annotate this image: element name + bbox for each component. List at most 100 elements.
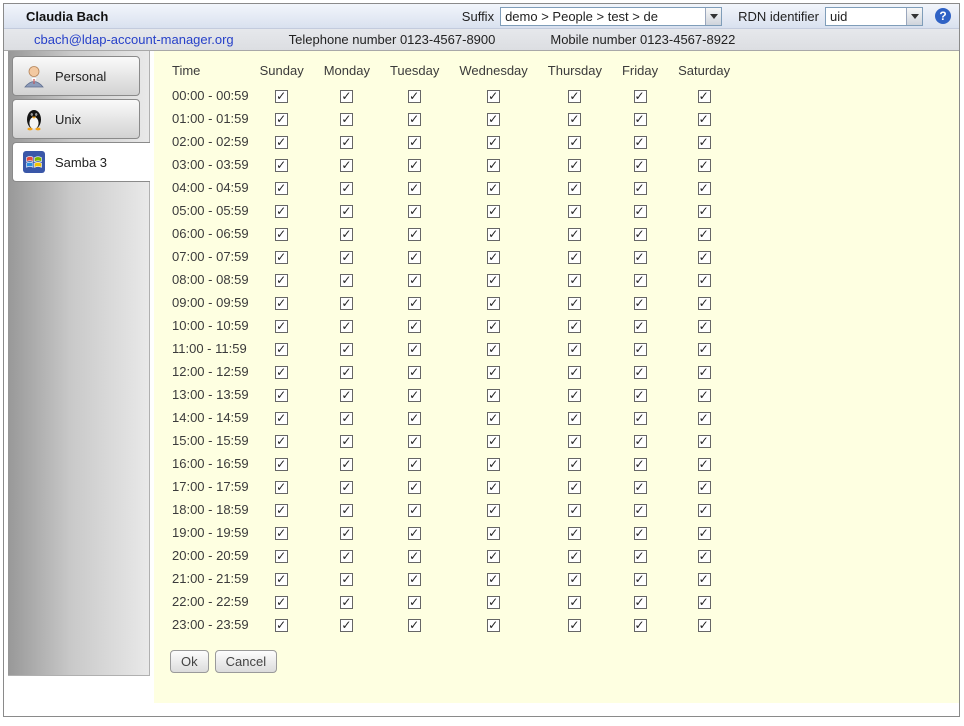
day-checkbox-friday[interactable] [634,412,647,425]
day-checkbox-tuesday[interactable] [408,389,421,402]
day-checkbox-friday[interactable] [634,527,647,540]
day-checkbox-thursday[interactable] [568,320,581,333]
day-checkbox-saturday[interactable] [698,458,711,471]
day-checkbox-tuesday[interactable] [408,297,421,310]
day-checkbox-tuesday[interactable] [408,412,421,425]
day-checkbox-saturday[interactable] [698,182,711,195]
day-checkbox-thursday[interactable] [568,343,581,356]
day-checkbox-wednesday[interactable] [487,527,500,540]
day-checkbox-thursday[interactable] [568,274,581,287]
day-checkbox-monday[interactable] [340,619,353,632]
day-checkbox-thursday[interactable] [568,481,581,494]
day-checkbox-sunday[interactable] [275,412,288,425]
day-checkbox-wednesday[interactable] [487,274,500,287]
day-checkbox-wednesday[interactable] [487,412,500,425]
day-checkbox-tuesday[interactable] [408,274,421,287]
day-checkbox-saturday[interactable] [698,435,711,448]
day-checkbox-friday[interactable] [634,458,647,471]
day-checkbox-wednesday[interactable] [487,550,500,563]
day-checkbox-sunday[interactable] [275,527,288,540]
day-checkbox-wednesday[interactable] [487,90,500,103]
day-checkbox-monday[interactable] [340,573,353,586]
day-checkbox-tuesday[interactable] [408,458,421,471]
day-checkbox-friday[interactable] [634,435,647,448]
day-checkbox-monday[interactable] [340,274,353,287]
rdn-identifier-select[interactable]: uid [825,7,923,26]
day-checkbox-saturday[interactable] [698,412,711,425]
day-checkbox-sunday[interactable] [275,159,288,172]
day-checkbox-friday[interactable] [634,573,647,586]
day-checkbox-monday[interactable] [340,435,353,448]
day-checkbox-sunday[interactable] [275,596,288,609]
day-checkbox-wednesday[interactable] [487,504,500,517]
day-checkbox-friday[interactable] [634,297,647,310]
day-checkbox-tuesday[interactable] [408,435,421,448]
day-checkbox-monday[interactable] [340,389,353,402]
tab-samba3[interactable]: Samba 3 [12,142,150,182]
day-checkbox-tuesday[interactable] [408,504,421,517]
day-checkbox-wednesday[interactable] [487,182,500,195]
day-checkbox-thursday[interactable] [568,90,581,103]
day-checkbox-saturday[interactable] [698,297,711,310]
day-checkbox-wednesday[interactable] [487,297,500,310]
day-checkbox-tuesday[interactable] [408,343,421,356]
help-icon[interactable]: ? [935,8,951,24]
day-checkbox-tuesday[interactable] [408,228,421,241]
day-checkbox-saturday[interactable] [698,205,711,218]
day-checkbox-sunday[interactable] [275,205,288,218]
day-checkbox-saturday[interactable] [698,274,711,287]
day-checkbox-saturday[interactable] [698,136,711,149]
day-checkbox-sunday[interactable] [275,619,288,632]
day-checkbox-monday[interactable] [340,205,353,218]
day-checkbox-saturday[interactable] [698,343,711,356]
day-checkbox-sunday[interactable] [275,320,288,333]
day-checkbox-tuesday[interactable] [408,113,421,126]
email-link[interactable]: cbach@ldap-account-manager.org [34,32,234,47]
day-checkbox-thursday[interactable] [568,412,581,425]
day-checkbox-wednesday[interactable] [487,481,500,494]
day-checkbox-monday[interactable] [340,297,353,310]
day-checkbox-monday[interactable] [340,159,353,172]
day-checkbox-wednesday[interactable] [487,596,500,609]
day-checkbox-monday[interactable] [340,458,353,471]
day-checkbox-sunday[interactable] [275,343,288,356]
day-checkbox-saturday[interactable] [698,228,711,241]
day-checkbox-tuesday[interactable] [408,320,421,333]
day-checkbox-sunday[interactable] [275,573,288,586]
day-checkbox-friday[interactable] [634,550,647,563]
day-checkbox-monday[interactable] [340,182,353,195]
day-checkbox-saturday[interactable] [698,504,711,517]
day-checkbox-thursday[interactable] [568,550,581,563]
day-checkbox-friday[interactable] [634,205,647,218]
day-checkbox-monday[interactable] [340,228,353,241]
day-checkbox-wednesday[interactable] [487,205,500,218]
day-checkbox-sunday[interactable] [275,389,288,402]
tab-unix[interactable]: Unix [12,99,140,139]
day-checkbox-thursday[interactable] [568,435,581,448]
day-checkbox-saturday[interactable] [698,550,711,563]
day-checkbox-monday[interactable] [340,550,353,563]
day-checkbox-sunday[interactable] [275,458,288,471]
day-checkbox-wednesday[interactable] [487,458,500,471]
day-checkbox-friday[interactable] [634,136,647,149]
day-checkbox-wednesday[interactable] [487,320,500,333]
day-checkbox-thursday[interactable] [568,619,581,632]
day-checkbox-thursday[interactable] [568,136,581,149]
day-checkbox-thursday[interactable] [568,182,581,195]
day-checkbox-sunday[interactable] [275,182,288,195]
day-checkbox-thursday[interactable] [568,366,581,379]
day-checkbox-tuesday[interactable] [408,205,421,218]
day-checkbox-friday[interactable] [634,343,647,356]
day-checkbox-thursday[interactable] [568,159,581,172]
day-checkbox-saturday[interactable] [698,366,711,379]
ok-button[interactable]: Ok [170,650,209,673]
day-checkbox-sunday[interactable] [275,481,288,494]
day-checkbox-sunday[interactable] [275,136,288,149]
day-checkbox-friday[interactable] [634,481,647,494]
day-checkbox-friday[interactable] [634,182,647,195]
day-checkbox-sunday[interactable] [275,90,288,103]
day-checkbox-monday[interactable] [340,320,353,333]
day-checkbox-sunday[interactable] [275,251,288,264]
day-checkbox-sunday[interactable] [275,366,288,379]
day-checkbox-friday[interactable] [634,596,647,609]
